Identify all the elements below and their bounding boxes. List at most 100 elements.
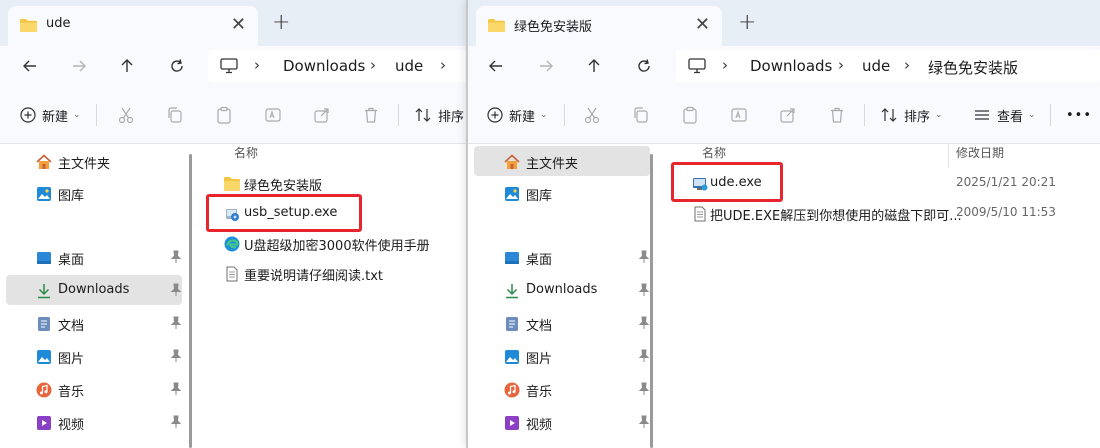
chevron-right-icon: › (254, 56, 260, 74)
column-header-name[interactable]: 名称 (234, 144, 258, 161)
tab-green-edition[interactable]: 绿色免安装版 ✕ (476, 6, 722, 46)
back-icon[interactable] (18, 54, 42, 78)
chevron-down-icon: ⌄ (540, 110, 548, 120)
chevron-down-icon: ⌄ (73, 110, 81, 120)
address-bar[interactable]: › Downloads › ude › 绿色免安装版 (676, 50, 1100, 82)
forward-icon[interactable] (67, 54, 91, 78)
sidebar-item-desktop[interactable]: 桌面 (474, 242, 650, 272)
new-tab-icon[interactable]: + (272, 11, 290, 35)
list-item[interactable]: 把UDE.EXE解压到你想使用的磁盘下即可... 2009/5/10 11:53 (654, 198, 1100, 228)
column-header-name[interactable]: 名称 (702, 144, 726, 161)
desktop-icon (37, 252, 51, 264)
sidebar-item-pictures[interactable]: 图片 (6, 341, 182, 371)
copy-button[interactable] (166, 104, 184, 126)
pin-icon (638, 382, 650, 395)
breadcrumb-green-edition[interactable]: 绿色免安装版 (928, 57, 1018, 78)
toolbar-divider (864, 104, 865, 126)
sidebar-item-downloads[interactable]: Downloads (474, 275, 650, 305)
new-label: 新建 (42, 109, 69, 125)
sidebar-item-documents[interactable]: 文档 (6, 308, 182, 338)
sidebar-item-videos[interactable]: 视频 (6, 407, 182, 437)
new-button[interactable]: 新建 ⌄ (487, 104, 548, 126)
rename-button[interactable] (264, 104, 282, 126)
highlight-box (206, 194, 362, 232)
rename-button[interactable] (730, 104, 748, 126)
music-icon (504, 382, 520, 398)
sidebar-label: Downloads (58, 282, 130, 297)
cut-button[interactable] (117, 104, 135, 126)
sidebar-item-home[interactable]: 主文件夹 (474, 146, 650, 176)
highlight-box (671, 162, 783, 202)
refresh-icon[interactable] (165, 54, 189, 78)
sort-label: 排序 (904, 109, 931, 125)
chevron-right-icon: › (904, 56, 910, 74)
list-item[interactable]: U盘超级加密3000软件使用手册 (200, 228, 466, 258)
sidebar-item-downloads[interactable]: Downloads (6, 275, 182, 305)
download-icon (38, 284, 50, 299)
sidebar-scrollbar[interactable] (650, 154, 653, 448)
up-icon[interactable] (115, 54, 139, 78)
sidebar-label: 图片 (58, 352, 85, 367)
pictures-icon (505, 350, 519, 364)
refresh-icon[interactable] (632, 54, 656, 78)
navigation-bar: › Downloads › ude › 绿色免安装版 (468, 46, 1100, 86)
rename-icon (265, 108, 281, 122)
file-date: 2009/5/10 11:53 (956, 205, 1056, 219)
sidebar-item-home[interactable]: 主文件夹 (6, 146, 182, 176)
share-button[interactable] (779, 104, 797, 126)
tab-bar: ude ✕ + (0, 0, 466, 46)
file-name: U盘超级加密3000软件使用手册 (244, 239, 430, 254)
breadcrumb-downloads[interactable]: Downloads (750, 57, 832, 75)
address-bar[interactable]: › Downloads › ude › (208, 50, 466, 82)
sidebar-item-music[interactable]: 音乐 (6, 374, 182, 404)
sort-button[interactable]: 排序 (414, 104, 464, 126)
sidebar-scrollbar[interactable] (189, 154, 192, 448)
breadcrumb-downloads[interactable]: Downloads (283, 57, 365, 75)
sidebar-item-gallery[interactable]: 图库 (474, 178, 650, 208)
sort-button[interactable]: 排序 ⌄ (880, 104, 943, 126)
text-file-icon (694, 206, 706, 222)
sidebar-label: 图库 (58, 189, 85, 204)
column-header-modified[interactable]: 修改日期 (956, 144, 1004, 161)
sidebar-label: 文档 (526, 319, 553, 334)
tab-ude[interactable]: ude ✕ (8, 6, 258, 46)
breadcrumb-ude[interactable]: ude (862, 57, 890, 75)
sidebar-item-videos[interactable]: 视频 (474, 407, 650, 437)
paste-button[interactable] (215, 104, 233, 126)
pin-icon (170, 415, 182, 428)
sidebar-item-desktop[interactable]: 桌面 (6, 242, 182, 272)
cut-button[interactable] (583, 104, 601, 126)
new-tab-icon[interactable]: + (738, 11, 756, 35)
copy-button[interactable] (632, 104, 650, 126)
delete-button[interactable] (828, 104, 846, 126)
sidebar-item-gallery[interactable]: 图库 (6, 178, 182, 208)
view-button[interactable]: 查看 ⌄ (973, 104, 1036, 126)
copy-icon (634, 107, 648, 123)
close-tab-icon[interactable]: ✕ (231, 13, 246, 37)
screen: ude ✕ + › Downloads › ude › 新建 ⌄ 排序 主文件夹… (0, 0, 1100, 448)
clipboard-icon (683, 106, 697, 124)
up-icon[interactable] (582, 54, 606, 78)
sidebar-item-pictures[interactable]: 图片 (474, 341, 650, 371)
more-options-button[interactable]: ••• (1066, 104, 1092, 126)
forward-icon[interactable] (534, 54, 558, 78)
sidebar-item-music[interactable]: 音乐 (474, 374, 650, 404)
delete-button[interactable] (362, 104, 380, 126)
toolbar-divider (564, 104, 565, 126)
share-button[interactable] (313, 104, 331, 126)
file-date: 2025/1/21 20:21 (956, 175, 1056, 189)
breadcrumb-ude[interactable]: ude (395, 57, 423, 75)
list-item[interactable]: 重要说明请仔细阅读.txt (200, 258, 466, 288)
sidebar-item-documents[interactable]: 文档 (474, 308, 650, 338)
tab-title: 绿色免安装版 (514, 20, 593, 35)
paste-button[interactable] (681, 104, 699, 126)
pin-icon (638, 250, 650, 263)
new-button[interactable]: 新建 ⌄ (20, 104, 81, 126)
sidebar-label: 主文件夹 (58, 157, 111, 172)
column-divider[interactable] (948, 144, 949, 168)
close-tab-icon[interactable]: ✕ (695, 13, 710, 37)
chevron-right-icon: › (440, 56, 446, 74)
back-icon[interactable] (484, 54, 508, 78)
explorer-window-right: 绿色免安装版 ✕ + › Downloads › ude › 绿色免安装版 新建… (467, 0, 1100, 448)
sidebar-label: 视频 (526, 418, 553, 433)
